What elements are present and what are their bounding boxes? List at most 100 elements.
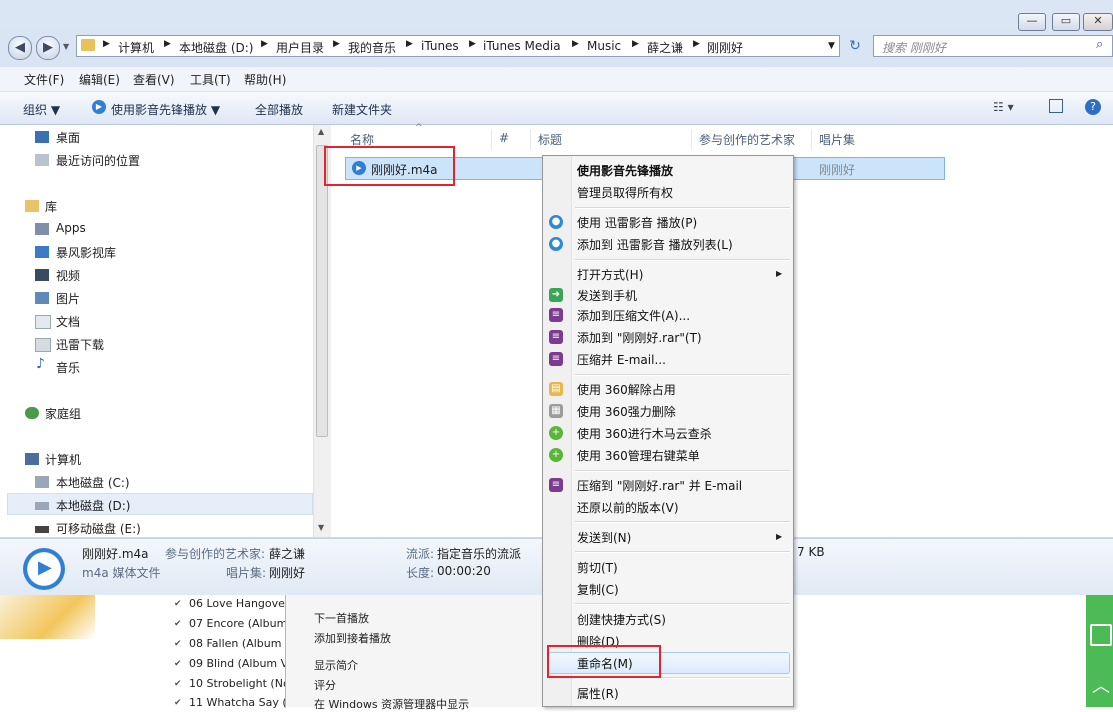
bg-menu-item[interactable]: 下一首播放 (314, 610, 369, 626)
menu-item-360-scan[interactable]: 使用 360进行木马云查杀 (577, 425, 712, 442)
menu-item-play-xfplay[interactable]: 使用影音先锋播放 (577, 162, 673, 179)
menu-item-take-ownership[interactable]: 管理员取得所有权 (577, 184, 673, 201)
menu-item-cut[interactable]: 剪切(T) (577, 559, 618, 576)
breadcrumb-album[interactable]: 刚刚好 (707, 39, 743, 56)
nav-item-drive-d[interactable]: 本地磁盘 (D:) (56, 497, 130, 514)
menu-edit[interactable]: 编辑(E) (79, 71, 120, 88)
track-checkbox[interactable]: ✔ (174, 619, 182, 629)
bg-menu-item[interactable]: 在 Windows 资源管理器中显示 (314, 696, 469, 712)
track-item[interactable]: 08 Fallen (Album Ve (189, 637, 298, 650)
view-options-icon[interactable]: ☷ ▾ (993, 100, 1014, 114)
back-button[interactable]: ◀ (8, 36, 32, 60)
refresh-icon[interactable]: ↻ (845, 36, 865, 56)
column-divider[interactable] (491, 129, 492, 149)
nav-item-music[interactable]: 音乐 (56, 359, 80, 376)
breadcrumb-separator[interactable]: ▶ (693, 39, 700, 49)
menu-item-compress-email[interactable]: 压缩并 E-mail... (577, 351, 666, 368)
nav-item-baofeng[interactable]: 暴风影视库 (56, 244, 116, 261)
address-bar[interactable]: ▶ 计算机 ▶ 本地磁盘 (D:) ▶ 用户目录 ▶ 我的音乐 ▶ iTunes… (76, 35, 840, 57)
menu-item-360-manage-menu[interactable]: 使用 360管理右键菜单 (577, 447, 700, 464)
menu-item-create-shortcut[interactable]: 创建快捷方式(S) (577, 611, 666, 628)
close-button[interactable]: ✕ (1083, 13, 1113, 31)
column-header-artist[interactable]: 参与创作的艺术家 (699, 131, 795, 148)
menu-item-play-xunlei[interactable]: 使用 迅雷影音 播放(P) (577, 214, 697, 231)
menu-view[interactable]: 查看(V) (133, 71, 175, 88)
menu-item-compress-rar-email[interactable]: 压缩到 "刚刚好.rar" 并 E-mail (577, 477, 742, 494)
organize-button[interactable]: 组织 ▼ (23, 101, 60, 118)
track-item[interactable]: 11 Whatcha Say (Al (189, 696, 297, 709)
nav-item-drive-e[interactable]: 可移动磁盘 (E:) (56, 520, 141, 537)
column-divider[interactable] (811, 129, 812, 149)
breadcrumb-music[interactable]: Music (587, 39, 621, 53)
menu-help[interactable]: 帮助(H) (244, 71, 286, 88)
nav-item-computer[interactable]: 计算机 (45, 451, 81, 468)
breadcrumb-user-dir[interactable]: 用户目录 (276, 39, 324, 56)
preview-pane-icon[interactable] (1049, 99, 1063, 113)
breadcrumb-drive-d[interactable]: 本地磁盘 (D:) (179, 39, 253, 56)
minimize-button[interactable]: — (1018, 13, 1046, 31)
address-history-dropdown[interactable]: ▼ (828, 41, 835, 51)
nav-item-libraries[interactable]: 库 (45, 198, 57, 215)
nav-scrollbar[interactable]: ▲ ▼ (313, 125, 331, 537)
nav-item-pictures[interactable]: 图片 (56, 290, 80, 307)
play-all-button[interactable]: 全部播放 (255, 101, 303, 118)
nav-item-apps[interactable]: Apps (56, 221, 86, 235)
track-checkbox[interactable]: ✔ (174, 599, 182, 609)
track-checkbox[interactable]: ✔ (174, 679, 182, 689)
track-item[interactable]: 09 Blind (Album Ve (189, 657, 294, 670)
track-checkbox[interactable]: ✔ (174, 659, 182, 669)
breadcrumb-separator[interactable]: ▶ (406, 39, 413, 49)
forward-button[interactable]: ▶ (36, 36, 60, 60)
details-album-value[interactable]: 刚刚好 (269, 564, 305, 581)
bg-menu-item[interactable]: 评分 (314, 677, 336, 693)
window-icon[interactable] (1090, 624, 1112, 646)
nav-item-desktop[interactable]: 桌面 (56, 129, 80, 146)
breadcrumb-separator[interactable]: ▶ (469, 39, 476, 49)
column-divider[interactable] (691, 129, 692, 149)
breadcrumb-computer[interactable]: 计算机 (118, 39, 154, 56)
breadcrumb-separator[interactable]: ▶ (333, 39, 340, 49)
recent-pages-dropdown[interactable]: ▼ (63, 42, 69, 51)
menu-item-360-unlock[interactable]: 使用 360解除占用 (577, 381, 676, 398)
nav-item-xunlei[interactable]: 迅雷下载 (56, 336, 104, 353)
breadcrumb-separator[interactable]: ▶ (261, 39, 268, 49)
breadcrumb-itunes-media[interactable]: iTunes Media (483, 39, 561, 53)
menu-item-open-with[interactable]: 打开方式(H) (577, 266, 643, 283)
search-icon[interactable]: ⌕ (1096, 37, 1103, 52)
nav-item-drive-c[interactable]: 本地磁盘 (C:) (56, 474, 130, 491)
breadcrumb-my-music[interactable]: 我的音乐 (348, 39, 396, 56)
details-artist-value[interactable]: 薛之谦 (269, 545, 305, 562)
track-item[interactable]: 07 Encore (Album V (189, 617, 298, 630)
nav-item-documents[interactable]: 文档 (56, 313, 80, 330)
breadcrumb-artist[interactable]: 薛之谦 (647, 39, 683, 56)
menu-item-send-to[interactable]: 发送到(N) (577, 529, 631, 546)
maximize-button[interactable]: ▭ (1052, 13, 1080, 31)
breadcrumb-separator[interactable]: ▶ (572, 39, 579, 49)
column-divider[interactable] (530, 129, 531, 149)
menu-tools[interactable]: 工具(T) (190, 71, 231, 88)
scroll-up-arrow-icon[interactable]: ▲ (318, 127, 324, 136)
bg-menu-item[interactable]: 添加到接着播放 (314, 630, 391, 646)
column-header-number[interactable]: # (499, 131, 509, 145)
track-item[interactable]: 06 Love Hangover ( (189, 597, 297, 610)
play-with-button[interactable]: 使用影音先锋播放 ▼ (111, 101, 220, 118)
menu-item-properties[interactable]: 属性(R) (577, 685, 619, 702)
search-input[interactable]: 搜索 刚刚好 ⌕ (873, 35, 1113, 57)
breadcrumb-itunes[interactable]: iTunes (421, 39, 459, 53)
column-header-album[interactable]: 唱片集 (819, 131, 855, 148)
menu-item-360-force-delete[interactable]: 使用 360强力删除 (577, 403, 676, 420)
scroll-down-arrow-icon[interactable]: ▼ (318, 523, 324, 532)
help-icon[interactable]: ? (1085, 99, 1101, 115)
menu-item-restore-versions[interactable]: 还原以前的版本(V) (577, 499, 679, 516)
new-folder-button[interactable]: 新建文件夹 (332, 101, 392, 118)
menu-item-add-to-rar[interactable]: 添加到 "刚刚好.rar"(T) (577, 329, 702, 346)
menu-item-add-to-archive[interactable]: 添加到压缩文件(A)... (577, 307, 690, 324)
breadcrumb-separator[interactable]: ▶ (632, 39, 639, 49)
menu-item-copy[interactable]: 复制(C) (577, 581, 619, 598)
nav-item-recent[interactable]: 最近访问的位置 (56, 152, 140, 169)
scroll-thumb[interactable] (316, 145, 328, 437)
bg-menu-item[interactable]: 显示简介 (314, 657, 358, 673)
nav-item-video[interactable]: 视频 (56, 267, 80, 284)
menu-item-add-xunlei-playlist[interactable]: 添加到 迅雷影音 播放列表(L) (577, 236, 733, 253)
column-header-title[interactable]: 标题 (538, 131, 562, 148)
